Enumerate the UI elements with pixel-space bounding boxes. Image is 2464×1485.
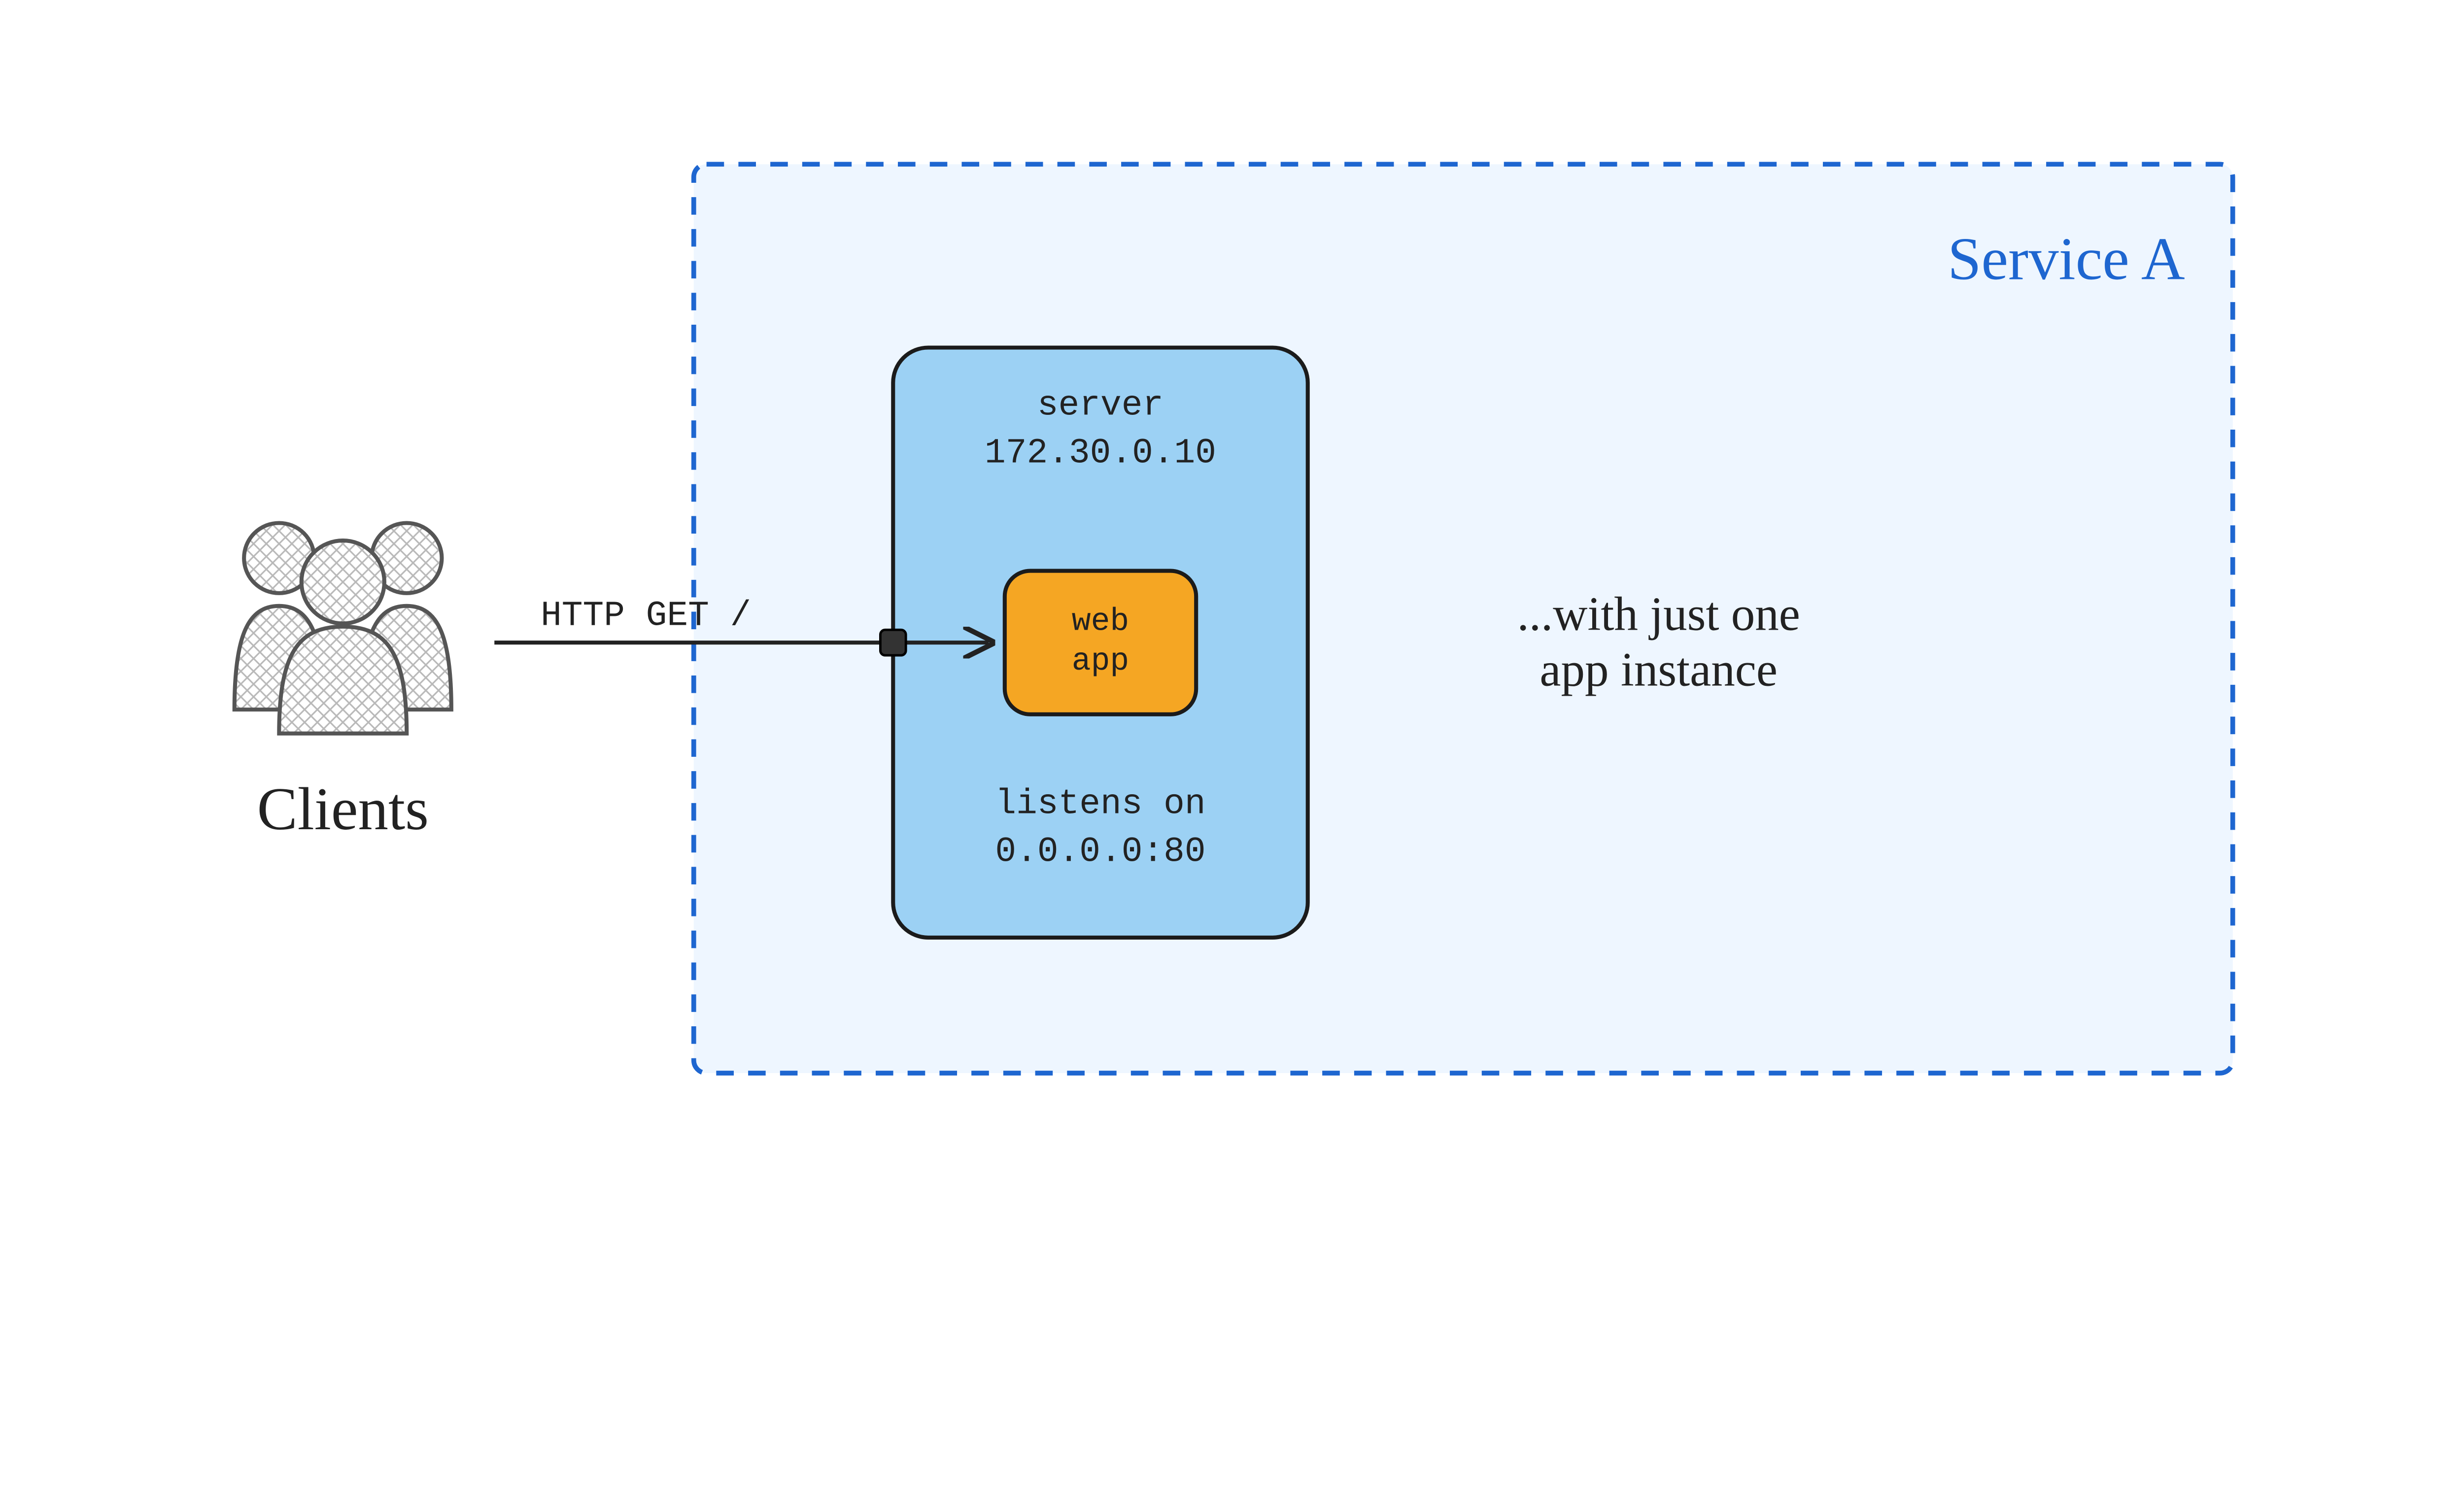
server-ip: 172.30.0.10 xyxy=(985,434,1216,473)
server-listens-line2: 0.0.0.0:80 xyxy=(995,833,1205,872)
webapp-line2: app xyxy=(1072,643,1129,679)
webapp-box xyxy=(1005,571,1196,714)
webapp-line1: web xyxy=(1072,604,1129,640)
note-line-2: app instance xyxy=(1540,643,1778,696)
clients-label: Clients xyxy=(257,775,429,843)
diagram-canvas: Service A ...with just one app instance … xyxy=(0,0,2464,1204)
server-title: server xyxy=(1037,386,1164,425)
server-listens-line1: listens on xyxy=(995,784,1205,824)
note-line-1: ...with just one xyxy=(1517,587,1800,640)
port-connector-icon xyxy=(880,630,906,655)
http-request-label: HTTP GET / xyxy=(541,597,751,636)
clients-icon xyxy=(235,523,451,733)
service-title: Service A xyxy=(1948,225,2185,292)
